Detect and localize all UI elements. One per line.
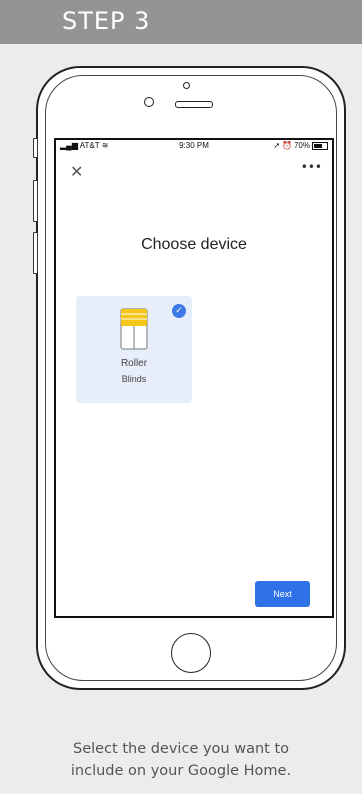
battery-icon — [312, 141, 328, 150]
status-bar: ▂▄▆ AT&T ≋ 9:30 PM ➚ ⏰ 70% — [56, 140, 332, 152]
selected-check-icon: ✓ — [172, 304, 186, 318]
device-name-line2: Blinds — [121, 374, 147, 384]
home-button — [171, 633, 211, 673]
sensor-icon — [144, 97, 154, 107]
phone-screen: ▂▄▆ AT&T ≋ 9:30 PM ➚ ⏰ 70% ✕ ••• Choose … — [54, 138, 334, 618]
status-right: ➚ ⏰ 70% — [273, 141, 328, 150]
step-title: STEP 3 — [62, 7, 151, 35]
close-icon: ✕ — [70, 162, 84, 181]
alarm-icon: ⏰ — [282, 141, 292, 150]
screen-title: Choose device — [141, 236, 247, 253]
close-button[interactable]: ✕ — [70, 164, 83, 180]
more-options-button[interactable]: ••• — [301, 160, 322, 174]
step-header: STEP 3 — [0, 0, 362, 44]
volume-up-button — [33, 180, 38, 222]
location-icon: ➚ — [273, 141, 281, 150]
device-name-line1: Roller — [120, 358, 148, 369]
caption-line-2: include on your Google Home. — [70, 763, 292, 779]
phone-frame: ▂▄▆ AT&T ≋ 9:30 PM ➚ ⏰ 70% ✕ ••• Choose … — [33, 66, 346, 690]
roller-blinds-icon — [120, 308, 148, 350]
battery-percent: 70% — [293, 141, 310, 150]
device-card-roller-blinds[interactable]: ✓ Roller Blinds — [76, 296, 192, 403]
mute-switch — [33, 138, 38, 158]
next-button[interactable]: Next — [255, 581, 310, 607]
step-caption: Select the device you want to include on… — [0, 738, 362, 782]
more-options-icon: ••• — [300, 160, 322, 174]
volume-down-button — [33, 232, 38, 274]
speaker-grille — [175, 101, 213, 108]
front-camera-icon — [183, 82, 190, 89]
caption-line-1: Select the device you want to — [72, 741, 290, 757]
